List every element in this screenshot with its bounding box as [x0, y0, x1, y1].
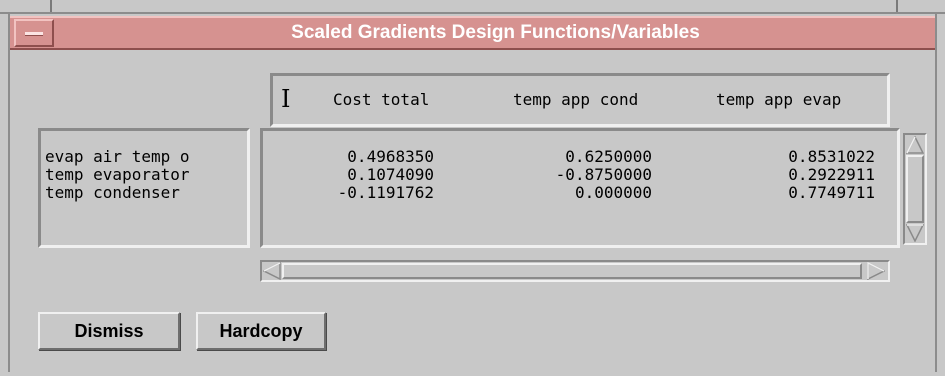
row-labels-box: evap air temp o temp evaporator temp con… [38, 128, 250, 248]
table-cell: 0.2922911 [788, 165, 875, 184]
frame-notch-right [896, 0, 898, 12]
table-cell: -0.8750000 [555, 165, 652, 184]
frame-notch-left [50, 0, 52, 12]
vertical-scrollbar[interactable] [903, 133, 927, 245]
window-title: Scaled Gradients Design Functions/Variab… [291, 22, 700, 43]
dialog-window: Scaled Gradients Design Functions/Variab… [8, 14, 937, 372]
hardcopy-button[interactable]: Hardcopy [196, 312, 326, 350]
table-cell: 0.8531022 [788, 147, 875, 166]
scroll-left-arrow-icon[interactable] [263, 262, 281, 280]
column-header-cost-total: Cost total [333, 90, 430, 109]
row-label-temp-evaporator: temp evaporator [45, 165, 190, 184]
text-cursor-icon: I [281, 85, 291, 113]
scroll-up-arrow-icon[interactable] [906, 136, 924, 154]
horizontal-scroll-thumb[interactable] [282, 263, 862, 279]
table-cell: 0.000000 [574, 183, 652, 202]
scroll-down-arrow-icon[interactable] [906, 224, 924, 242]
scroll-right-arrow-icon[interactable] [867, 262, 885, 280]
horizontal-scrollbar[interactable] [260, 260, 890, 282]
vertical-scroll-thumb[interactable] [906, 155, 924, 223]
table-cell: 0.1074090 [347, 165, 434, 184]
column-header-temp-app-cond: temp app cond [513, 90, 639, 109]
outer-frame-top [0, 0, 945, 14]
window-menu-icon [25, 32, 43, 36]
table-cell: 0.7749711 [788, 183, 875, 202]
gradient-data-box: 0.4968350 0.6250000 0.8531022 0.1074090 … [260, 128, 900, 248]
table-cell: -0.1191762 [337, 183, 434, 202]
title-bar[interactable]: Scaled Gradients Design Functions/Variab… [10, 16, 935, 50]
table-cell: 0.4968350 [347, 147, 434, 166]
dismiss-button[interactable]: Dismiss [38, 312, 180, 350]
table-cell: 0.6250000 [565, 147, 652, 166]
row-label-evap-air-temp-o: evap air temp o [45, 147, 190, 166]
column-header-box: I Cost total temp app cond temp app evap [270, 73, 890, 127]
column-header-temp-app-evap: temp app evap [716, 90, 842, 109]
row-label-temp-condenser: temp condenser [45, 183, 180, 202]
window-menu-button[interactable] [14, 19, 54, 47]
